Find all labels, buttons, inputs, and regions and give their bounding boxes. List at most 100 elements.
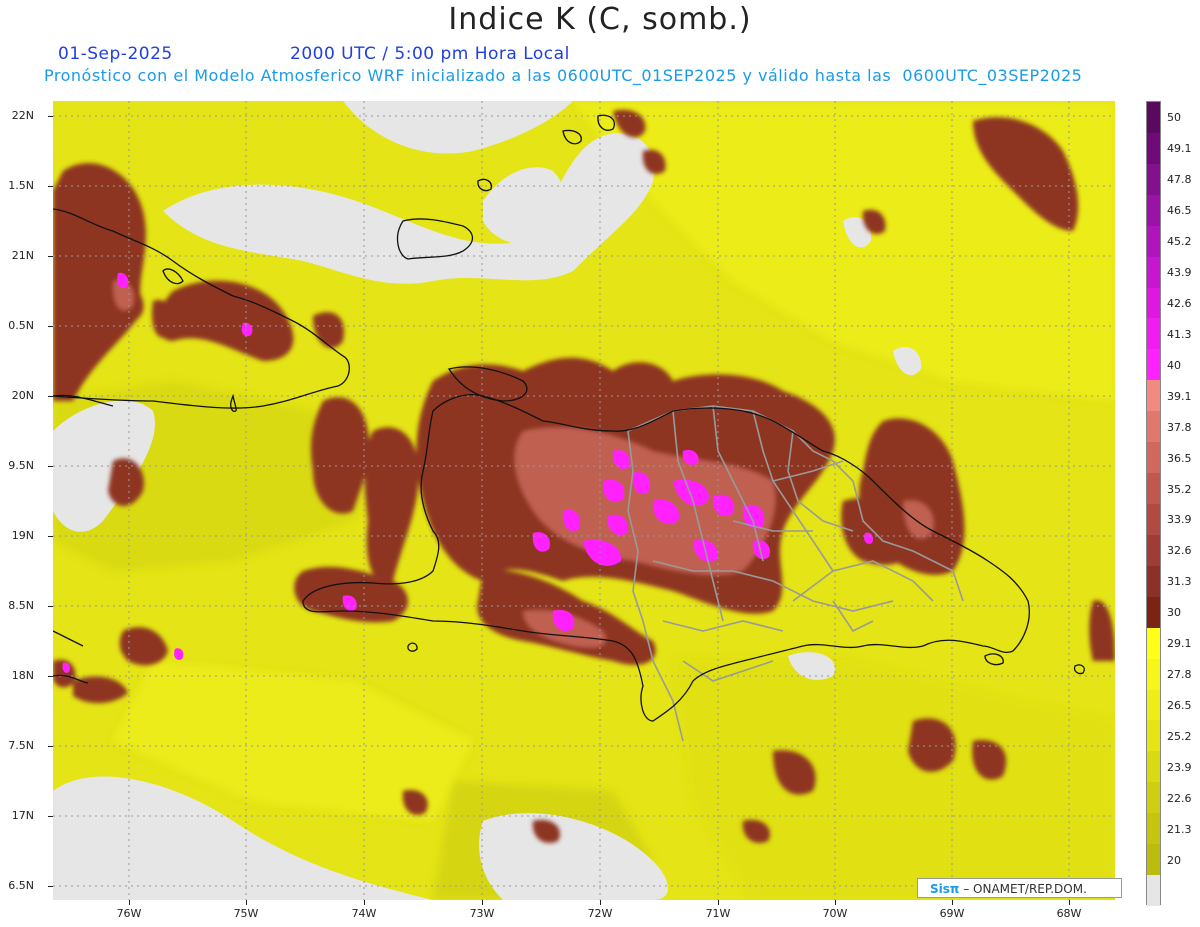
colorbar-segment (1147, 689, 1160, 721)
colorbar-segment (1147, 751, 1160, 783)
colorbar-label: 37.8 (1167, 420, 1192, 434)
lat-tick (48, 116, 53, 117)
colorbar-segment (1147, 875, 1160, 907)
lat-label: 9.5N (8, 459, 34, 472)
lat-tick (48, 326, 53, 327)
colorbar-segment (1147, 658, 1160, 691)
lon-label: 71W (705, 907, 731, 920)
colorbar-label: 50 (1167, 111, 1181, 125)
colorbar-label: 21.3 (1167, 822, 1192, 836)
k-index-map (52, 101, 1115, 900)
lat-label: 8.5N (8, 599, 34, 612)
colorbar-label: 33.9 (1167, 513, 1192, 527)
lon-tick (600, 900, 601, 905)
lon-tick (246, 900, 247, 905)
map-canvas (52, 101, 1115, 900)
lat-label: 6.5N (8, 879, 34, 892)
colorbar-label: 40 (1167, 358, 1181, 372)
colorbar-segment (1147, 380, 1160, 412)
lat-tick (48, 466, 53, 467)
lat-label: 20N (11, 389, 34, 402)
lon-label: 73W (469, 907, 495, 920)
colorbar-segment (1147, 225, 1160, 258)
colorbar-segment (1147, 504, 1160, 536)
colorbar-segment (1147, 411, 1160, 443)
credit-text: – ONAMET/REP.DOM. (959, 882, 1087, 896)
forecast-time: 2000 UTC / 5:00 pm Hora Local (290, 44, 570, 64)
lat-tick (48, 746, 53, 747)
colorbar-label: 26.5 (1167, 699, 1192, 712)
colorbar-label: 27.8 (1167, 668, 1192, 682)
lat-tick (48, 606, 53, 607)
colorbar-label: 42.6 (1167, 297, 1192, 310)
colorbar-segment (1147, 720, 1160, 752)
colorbar-label: 47.8 (1167, 173, 1192, 187)
lon-label: 76W (116, 907, 142, 920)
colorbar-segment (1147, 473, 1160, 505)
lat-label: 17N (11, 809, 34, 822)
colorbar-segment (1147, 102, 1160, 134)
colorbar-segment (1147, 844, 1160, 876)
colorbar-segment (1147, 287, 1160, 319)
forecast-date: 01-Sep-2025 (58, 44, 173, 64)
colorbar-label: 36.5 (1167, 451, 1192, 465)
lon-tick (835, 900, 836, 905)
colorbar-label: 22.6 (1167, 791, 1192, 805)
colorbar-label: 39.1 (1167, 389, 1192, 403)
lon-tick (364, 900, 365, 905)
lat-label: 0.5N (8, 319, 34, 332)
lat-tick (48, 536, 53, 537)
lat-tick (48, 256, 53, 257)
lat-label: 18N (11, 669, 34, 682)
colorbar-label: 45.2 (1167, 235, 1192, 249)
lat-label: 19N (11, 529, 34, 542)
lon-tick (129, 900, 130, 905)
lon-label: 69W (939, 907, 965, 920)
map-title: Indice K (C, somb.) (448, 2, 752, 37)
colorbar-label: 20 (1167, 853, 1181, 867)
colorbar-segment (1147, 442, 1160, 474)
lat-tick (48, 816, 53, 817)
colorbar-label: 41.3 (1167, 327, 1192, 341)
colorbar-label: 32.6 (1167, 544, 1192, 558)
colorbar-segment (1147, 565, 1160, 598)
lon-tick (952, 900, 953, 905)
lon-tick (1069, 900, 1070, 905)
colorbar-segment (1147, 627, 1160, 660)
lon-label: 68W (1056, 907, 1082, 920)
colorbar (1146, 101, 1161, 907)
colorbar-label: 29.1 (1167, 637, 1192, 651)
colorbar-segment (1147, 782, 1160, 814)
colorbar-segment (1147, 163, 1160, 196)
credit-box: Sisπ – ONAMET/REP.DOM. (917, 878, 1122, 898)
colorbar-segment (1147, 318, 1160, 350)
colorbar-segment (1147, 813, 1160, 845)
colorbar-segment (1147, 256, 1160, 289)
lon-tick (718, 900, 719, 905)
colorbar-label: 30 (1167, 606, 1181, 620)
lat-label: 21N (11, 249, 34, 262)
colorbar-label: 46.5 (1167, 204, 1192, 218)
lon-label: 72W (587, 907, 613, 920)
colorbar-segment (1147, 534, 1160, 567)
credit-brand: Sisπ (930, 882, 960, 896)
colorbar-label: 43.9 (1167, 266, 1192, 280)
lon-label: 70W (822, 907, 848, 920)
lat-label: 1.5N (8, 179, 34, 192)
colorbar-label: 23.9 (1167, 760, 1192, 774)
lon-label: 75W (233, 907, 259, 920)
lat-tick (48, 676, 53, 677)
lat-tick (48, 186, 53, 187)
lon-tick (482, 900, 483, 905)
colorbar-segment (1147, 194, 1160, 227)
colorbar-segment (1147, 132, 1160, 165)
colorbar-label: 31.3 (1167, 575, 1192, 589)
lat-tick (48, 396, 53, 397)
colorbar-label: 25.2 (1167, 729, 1192, 743)
lon-label: 74W (351, 907, 377, 920)
colorbar-segment (1147, 349, 1160, 381)
colorbar-segment (1147, 596, 1160, 629)
lat-tick (48, 886, 53, 887)
colorbar-label: 35.2 (1167, 482, 1192, 496)
lat-label: 7.5N (8, 739, 34, 752)
